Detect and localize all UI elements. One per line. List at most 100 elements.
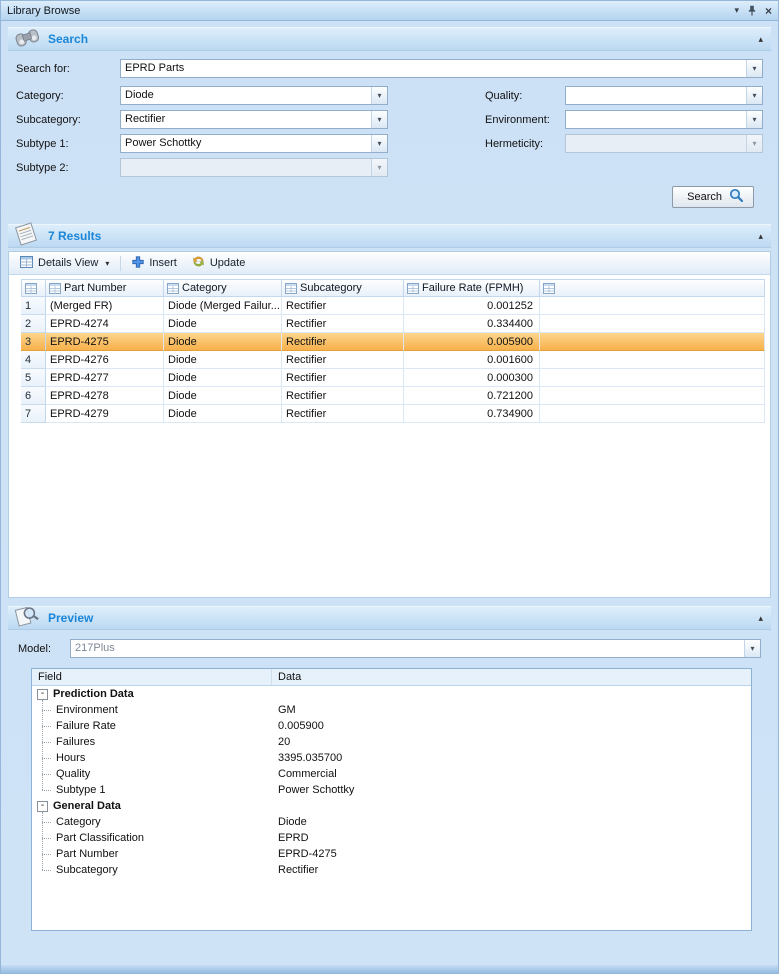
search-panel: Search ▴ Search for: EPRD Parts ▾ Catego… bbox=[8, 27, 771, 216]
column-header-failure-rate[interactable]: Failure Rate (FPMH) bbox=[404, 279, 540, 297]
tree-row[interactable]: Quality Commercial bbox=[32, 766, 751, 782]
column-header-category[interactable]: Category bbox=[164, 279, 282, 297]
column-label: Category bbox=[182, 282, 227, 294]
cell-part-number: EPRD-4275 bbox=[46, 333, 164, 351]
table-row[interactable]: 2 EPRD-4274 Diode Rectifier 0.334400 bbox=[21, 315, 765, 333]
row-number: 5 bbox=[21, 369, 46, 387]
dropdown-arrow-icon[interactable]: ▾ bbox=[746, 111, 762, 128]
tree-header-row: Field Data bbox=[32, 669, 751, 686]
results-collapse-icon[interactable]: ▴ bbox=[758, 231, 763, 242]
table-row[interactable]: 5 EPRD-4277 Diode Rectifier 0.000300 bbox=[21, 369, 765, 387]
table-row[interactable]: 4 EPRD-4276 Diode Rectifier 0.001600 bbox=[21, 351, 765, 369]
collapse-box-icon[interactable]: - bbox=[37, 800, 48, 812]
search-button[interactable]: Search bbox=[672, 186, 754, 208]
row-number: 3 bbox=[21, 333, 46, 351]
update-button[interactable]: Update bbox=[186, 253, 251, 273]
dropdown-arrow-icon[interactable]: ▾ bbox=[746, 87, 762, 104]
preview-header: Preview ▴ bbox=[8, 606, 771, 630]
dropdown-arrow-icon[interactable]: ▾ bbox=[746, 60, 762, 77]
table-row[interactable]: 7 EPRD-4279 Diode Rectifier 0.734900 bbox=[21, 405, 765, 423]
model-value: 217Plus bbox=[75, 642, 115, 654]
column-icon bbox=[49, 282, 61, 294]
field-name: Part Number bbox=[56, 848, 119, 860]
search-collapse-icon[interactable]: ▴ bbox=[758, 34, 763, 45]
cell-category: Diode bbox=[164, 387, 282, 405]
tree-row[interactable]: Failures 20 bbox=[32, 734, 751, 750]
row-number: 4 bbox=[21, 351, 46, 369]
field-value: 3395.035700 bbox=[278, 752, 343, 764]
category-combobox[interactable]: Diode ▾ bbox=[120, 86, 388, 105]
column-header-empty bbox=[540, 279, 765, 297]
tree-row[interactable]: Part Number EPRD-4275 bbox=[32, 846, 751, 862]
subtype2-combobox: ▾ bbox=[120, 158, 388, 177]
row-number: 6 bbox=[21, 387, 46, 405]
subtype1-value: Power Schottky bbox=[125, 137, 202, 149]
cell-subcategory: Rectifier bbox=[282, 369, 404, 387]
field-value: EPRD bbox=[278, 832, 309, 844]
search-for-combobox[interactable]: EPRD Parts ▾ bbox=[120, 59, 763, 78]
subcategory-value: Rectifier bbox=[125, 113, 166, 125]
quality-label: Quality: bbox=[485, 89, 523, 102]
table-row[interactable]: 6 EPRD-4278 Diode Rectifier 0.721200 bbox=[21, 387, 765, 405]
dropdown-arrow-icon[interactable]: ▾ bbox=[371, 87, 387, 104]
results-toolbar: Details View ▾ Insert Update bbox=[9, 252, 770, 275]
search-button-label: Search bbox=[687, 191, 722, 203]
field-name: Environment bbox=[56, 704, 118, 716]
environment-label: Environment: bbox=[485, 113, 550, 126]
window-title: Library Browse bbox=[7, 4, 81, 17]
tree-row[interactable]: Subcategory Rectifier bbox=[32, 862, 751, 878]
environment-combobox[interactable]: ▾ bbox=[565, 110, 763, 129]
field-value: 20 bbox=[278, 736, 291, 748]
panel-content: Search ▴ Search for: EPRD Parts ▾ Catego… bbox=[1, 21, 778, 931]
subtype1-combobox[interactable]: Power Schottky ▾ bbox=[120, 134, 388, 153]
dropdown-arrow-icon: ▾ bbox=[371, 159, 387, 176]
quality-combobox[interactable]: ▾ bbox=[565, 86, 763, 105]
tree-group: - General Data Category Diode Part Class… bbox=[32, 798, 751, 878]
cell-empty bbox=[540, 387, 765, 405]
close-icon[interactable]: × bbox=[765, 5, 772, 17]
preview-collapse-icon[interactable]: ▴ bbox=[758, 613, 763, 624]
tree-group-row[interactable]: - Prediction Data bbox=[32, 686, 751, 702]
model-combobox[interactable]: 217Plus ▾ bbox=[70, 639, 761, 658]
row-number: 7 bbox=[21, 405, 46, 423]
title-bar: Library Browse ▾ × bbox=[1, 1, 778, 21]
column-header-subcategory[interactable]: Subcategory bbox=[282, 279, 404, 297]
cell-part-number: EPRD-4276 bbox=[46, 351, 164, 369]
table-row-selected[interactable]: 3 EPRD-4275 Diode Rectifier 0.005900 bbox=[21, 333, 765, 351]
collapse-box-icon[interactable]: - bbox=[37, 688, 48, 700]
hermeticity-label: Hermeticity: bbox=[485, 137, 544, 150]
cell-category: Diode bbox=[164, 369, 282, 387]
cell-category: Diode bbox=[164, 405, 282, 423]
table-row[interactable]: 1 (Merged FR) Diode (Merged Failur... Re… bbox=[21, 297, 765, 315]
insert-button[interactable]: Insert bbox=[126, 254, 183, 273]
dropdown-arrow-icon[interactable]: ▾ bbox=[371, 135, 387, 152]
refresh-icon bbox=[192, 255, 205, 271]
field-value: Commercial bbox=[278, 768, 337, 780]
cell-empty bbox=[540, 315, 765, 333]
tree-row[interactable]: Category Diode bbox=[32, 814, 751, 830]
tree-column-data: Data bbox=[278, 671, 302, 683]
tree-row[interactable]: Hours 3395.035700 bbox=[32, 750, 751, 766]
dropdown-arrow-icon[interactable]: ▾ bbox=[744, 640, 760, 657]
plus-icon bbox=[132, 255, 144, 271]
dropdown-arrow-icon: ▾ bbox=[105, 258, 110, 268]
field-value: EPRD-4275 bbox=[278, 848, 337, 860]
pin-icon[interactable] bbox=[747, 5, 757, 16]
cell-empty bbox=[540, 369, 765, 387]
column-icon bbox=[407, 282, 419, 294]
cell-subcategory: Rectifier bbox=[282, 315, 404, 333]
tree-row[interactable]: Subtype 1 Power Schottky bbox=[32, 782, 751, 798]
cell-failure-rate: 0.334400 bbox=[404, 315, 540, 333]
column-header-part-number[interactable]: Part Number bbox=[46, 279, 164, 297]
dropdown-arrow-icon[interactable]: ▾ bbox=[371, 111, 387, 128]
window-menu-chevron-icon[interactable]: ▾ bbox=[734, 6, 739, 15]
subcategory-combobox[interactable]: Rectifier ▾ bbox=[120, 110, 388, 129]
grid-header-row: Part Number Category Subcategory Failure… bbox=[21, 279, 765, 297]
tree-group-row[interactable]: - General Data bbox=[32, 798, 751, 814]
details-view-button[interactable]: Details View ▾ bbox=[14, 254, 115, 273]
tree-row[interactable]: Environment GM bbox=[32, 702, 751, 718]
tree-row[interactable]: Part Classification EPRD bbox=[32, 830, 751, 846]
tree-row[interactable]: Failure Rate 0.005900 bbox=[32, 718, 751, 734]
search-header: Search ▴ bbox=[8, 27, 771, 51]
field-name: Quality bbox=[56, 768, 91, 780]
